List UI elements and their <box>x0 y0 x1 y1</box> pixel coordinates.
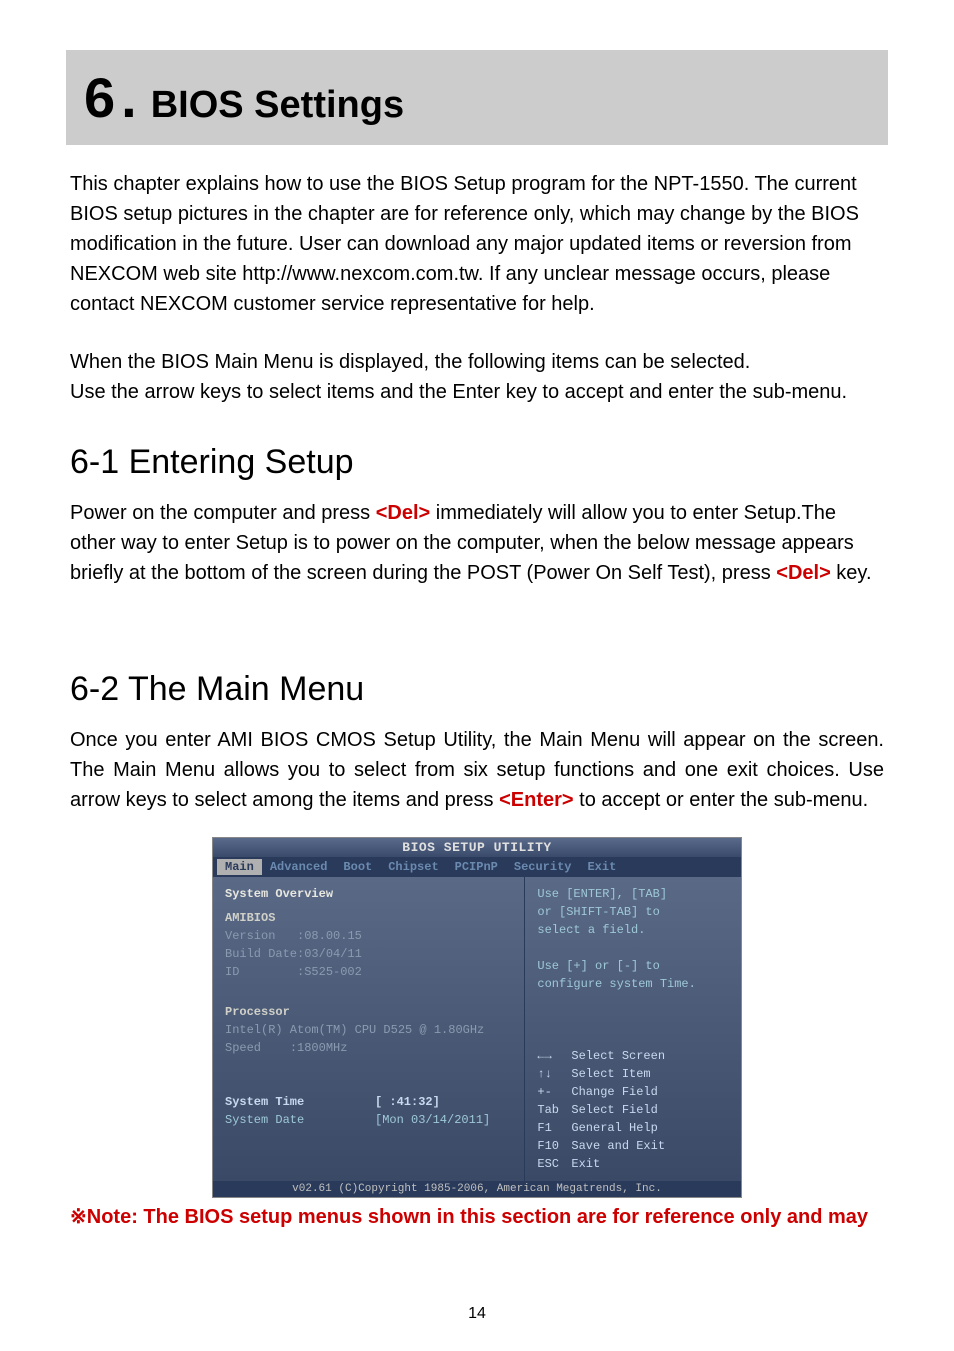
bios-title: BIOS SETUP UTILITY <box>213 838 741 857</box>
bios-right-panel: Use [ENTER], [TAB] or [SHIFT-TAB] to sel… <box>525 877 741 1181</box>
intro-line-1: When the BIOS Main Menu is displayed, th… <box>70 351 750 373</box>
bios-nav-key-2: +- <box>537 1083 571 1101</box>
chapter-title-bar: 6 . BIOS Settings <box>66 50 888 145</box>
del-key-2: <Del> <box>776 562 830 584</box>
intro-line-2: Use the arrow keys to select items and t… <box>70 381 847 403</box>
bios-speed-label: Speed <box>225 1041 261 1055</box>
bios-nav-val-0: Select Screen <box>571 1047 665 1065</box>
bios-nav-val-2: Change Field <box>571 1083 657 1101</box>
chapter-title: BIOS Settings <box>151 84 404 127</box>
bios-tab-pcipnp[interactable]: PCIPnP <box>447 859 506 875</box>
bios-version-label: Version <box>225 929 275 943</box>
bios-cpu-value: Intel(R) Atom(TM) CPU D525 @ 1.80GHz <box>225 1021 512 1039</box>
bios-version-value: :08.00.15 <box>297 929 362 943</box>
del-key-1: <Del> <box>376 502 430 524</box>
bios-help-5: configure system Time. <box>537 975 729 993</box>
bios-nav-key-1: ↑↓ <box>537 1065 571 1083</box>
section-6-2-text: Once you enter AMI BIOS CMOS Setup Utili… <box>70 725 884 815</box>
bios-nav-val-5: Save and Exit <box>571 1137 665 1155</box>
bios-help-3: select a field. <box>537 921 729 939</box>
chapter-dot: . <box>121 70 137 126</box>
note-star-icon: ※ <box>70 1206 87 1228</box>
bios-help-2: or [SHIFT-TAB] to <box>537 903 729 921</box>
bios-tab-row: Main Advanced Boot Chipset PCIPnP Securi… <box>213 857 741 877</box>
bios-build-label: Build Date <box>225 947 297 961</box>
intro-paragraph-2: When the BIOS Main Menu is displayed, th… <box>70 347 884 407</box>
section-6-1-text: Power on the computer and press <Del> im… <box>70 498 884 588</box>
bios-tab-exit[interactable]: Exit <box>579 859 624 875</box>
bios-system-time-value[interactable]: [ :41:32] <box>375 1093 440 1111</box>
bios-nav-key-5: F10 <box>537 1137 571 1155</box>
bios-tab-main[interactable]: Main <box>217 859 262 875</box>
note-line: ※Note: The BIOS setup menus shown in thi… <box>70 1204 884 1229</box>
bios-id-label: ID <box>225 965 239 979</box>
bios-nav-key-6: ESC <box>537 1155 571 1173</box>
bios-screenshot: BIOS SETUP UTILITY Main Advanced Boot Ch… <box>212 837 742 1198</box>
bios-speed-value: :1800MHz <box>290 1041 348 1055</box>
bios-nav-val-4: General Help <box>571 1119 657 1137</box>
bios-tab-boot[interactable]: Boot <box>335 859 380 875</box>
bios-nav-val-6: Exit <box>571 1155 600 1173</box>
bios-nav-key-3: Tab <box>537 1101 571 1119</box>
bios-system-overview: System Overview <box>225 885 512 903</box>
note-text: Note: The BIOS setup menus shown in this… <box>87 1206 868 1228</box>
bios-build-value: :03/04/11 <box>297 947 362 961</box>
bios-amibios-label: AMIBIOS <box>225 909 512 927</box>
bios-tab-advanced[interactable]: Advanced <box>262 859 336 875</box>
bios-left-panel: System Overview AMIBIOS Version :08.00.1… <box>213 877 525 1181</box>
chapter-number: 6 <box>84 70 115 126</box>
bios-tab-chipset[interactable]: Chipset <box>380 859 446 875</box>
bios-system-time-label[interactable]: System Time <box>225 1093 375 1111</box>
bios-help-4: Use [+] or [-] to <box>537 957 729 975</box>
bios-nav-val-1: Select Item <box>571 1065 650 1083</box>
enter-key: <Enter> <box>499 789 573 811</box>
intro-paragraph-1: This chapter explains how to use the BIO… <box>70 169 884 319</box>
bios-id-value: :S525-002 <box>297 965 362 979</box>
bios-system-date-value[interactable]: [Mon 03/14/2011] <box>375 1111 490 1129</box>
bios-system-date-label[interactable]: System Date <box>225 1111 375 1129</box>
bios-help-1: Use [ENTER], [TAB] <box>537 885 729 903</box>
bios-nav-val-3: Select Field <box>571 1101 657 1119</box>
bios-tab-security[interactable]: Security <box>506 859 580 875</box>
section-6-1-heading: 6-1 Entering Setup <box>70 443 884 482</box>
section-6-2-heading: 6-2 The Main Menu <box>70 670 884 709</box>
bios-nav-key-4: F1 <box>537 1119 571 1137</box>
bios-footer: v02.61 (C)Copyright 1985-2006, American … <box>213 1181 741 1197</box>
bios-processor-label: Processor <box>225 1003 512 1021</box>
page-number: 14 <box>0 1305 954 1323</box>
bios-nav-key-0: ←→ <box>537 1047 571 1065</box>
chapter-heading: 6 . BIOS Settings <box>84 70 870 127</box>
